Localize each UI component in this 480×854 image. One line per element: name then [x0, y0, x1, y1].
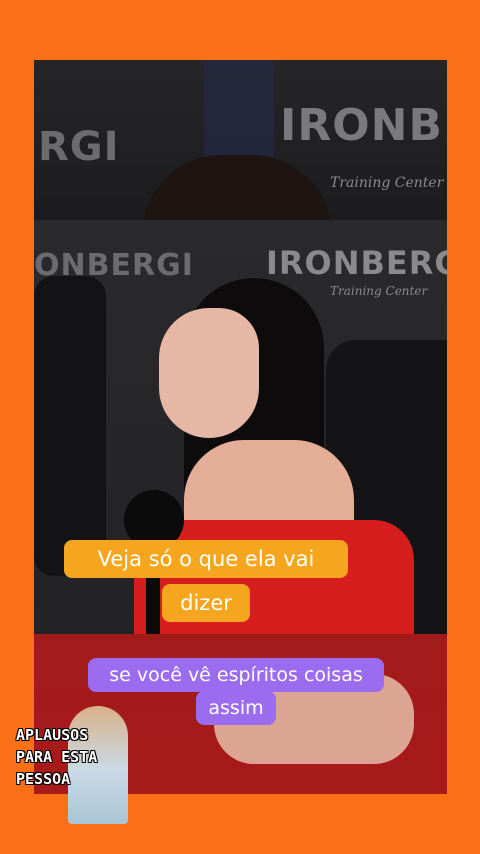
face	[159, 308, 259, 438]
wall-brand-right: IRONBERG	[280, 100, 447, 151]
logo-text: APLAUSOS PARA ESTA PESSOA	[16, 726, 98, 788]
caption-line-3: se você vê espíritos coisas	[88, 658, 384, 692]
wall-brand-mid-right: IRONBERG	[266, 244, 447, 282]
chair-left	[34, 276, 106, 576]
wall-sub-right: Training Center	[330, 175, 444, 191]
wall-sub-mid: Training Center	[330, 284, 428, 298]
video-panel-top: RGI IRONBERG Training Center	[34, 60, 447, 235]
wall-brand-left: RGI	[38, 124, 120, 170]
channel-logo[interactable]: APLAUSOS PARA ESTA PESSOA	[16, 706, 130, 826]
caption-line-2: dizer	[162, 584, 250, 622]
caption-line-4: assim	[196, 691, 276, 725]
screen: { "background_color": "#f97016", "video"…	[0, 0, 480, 854]
caption-line-1: Veja só o que ela vai	[64, 540, 348, 578]
